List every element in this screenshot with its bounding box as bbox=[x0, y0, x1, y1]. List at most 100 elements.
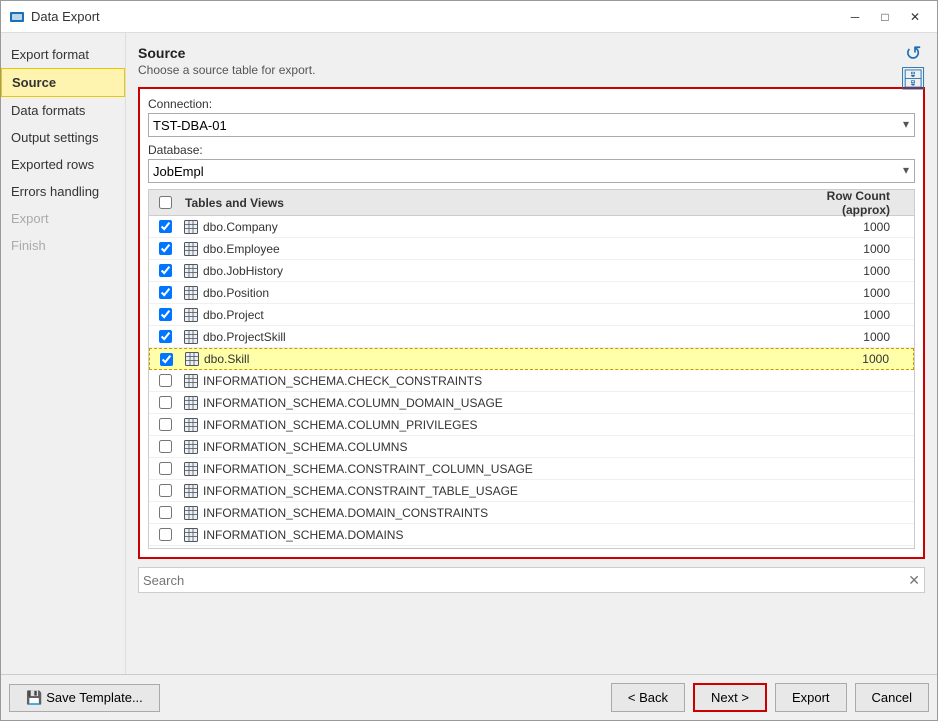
row-checkbox[interactable] bbox=[149, 462, 181, 475]
row-checkbox[interactable] bbox=[149, 220, 181, 233]
row-checkbox[interactable] bbox=[149, 418, 181, 431]
row-checkbox[interactable] bbox=[149, 374, 181, 387]
footer-right: < Back Next > Export Cancel bbox=[611, 683, 929, 712]
maximize-button[interactable]: □ bbox=[871, 5, 899, 29]
table-row[interactable]: dbo.Project 1000 bbox=[149, 304, 914, 326]
table-row[interactable]: INFORMATION_SCHEMA.COLUMN_PRIVILEGES bbox=[149, 414, 914, 436]
table-row[interactable]: INFORMATION_SCHEMA.CONSTRAINT_COLUMN_USA… bbox=[149, 458, 914, 480]
main-window: Data Export ─ □ ✕ ↻ 🗄 Export format Sour… bbox=[0, 0, 938, 721]
window-controls: ─ □ ✕ bbox=[841, 5, 929, 29]
minimize-button[interactable]: ─ bbox=[841, 5, 869, 29]
table-row[interactable]: INFORMATION_SCHEMA.KEY_COLUMN_USAGE bbox=[149, 546, 914, 548]
connection-row: Connection: TST-DBA-01 bbox=[148, 97, 915, 137]
source-section: Connection: TST-DBA-01 Database: JobEmpl bbox=[138, 87, 925, 559]
row-check-input[interactable] bbox=[159, 242, 172, 255]
row-check-input[interactable] bbox=[159, 396, 172, 409]
sidebar-item-errors-handling[interactable]: Errors handling bbox=[1, 178, 125, 205]
row-name: dbo.ProjectSkill bbox=[203, 329, 794, 345]
row-check-input[interactable] bbox=[159, 528, 172, 541]
app-icon bbox=[9, 9, 25, 25]
table-row[interactable]: dbo.Company 1000 bbox=[149, 216, 914, 238]
row-name: INFORMATION_SCHEMA.COLUMN_DOMAIN_USAGE bbox=[203, 395, 794, 411]
row-count: 1000 bbox=[793, 352, 913, 366]
header-checkbox-cell bbox=[149, 196, 181, 209]
save-template-button[interactable]: 💾 Save Template... bbox=[9, 684, 160, 712]
page-subtitle: Choose a source table for export. bbox=[138, 63, 925, 77]
database-icon: 🗄 bbox=[899, 66, 927, 92]
row-check-input[interactable] bbox=[159, 308, 172, 321]
row-checkbox[interactable] bbox=[149, 242, 181, 255]
database-select[interactable]: JobEmpl bbox=[148, 159, 915, 183]
table-row[interactable]: INFORMATION_SCHEMA.DOMAIN_CONSTRAINTS bbox=[149, 502, 914, 524]
next-button[interactable]: Next > bbox=[693, 683, 767, 712]
table-header: Tables and Views Row Count (approx) bbox=[149, 190, 914, 216]
row-checkbox[interactable] bbox=[149, 484, 181, 497]
row-count: 1000 bbox=[794, 330, 914, 344]
database-row: Database: JobEmpl bbox=[148, 143, 915, 183]
table-row[interactable]: INFORMATION_SCHEMA.CHECK_CONSTRAINTS bbox=[149, 370, 914, 392]
row-name: dbo.Position bbox=[203, 285, 794, 301]
sidebar: Export format Source Data formats Output… bbox=[1, 33, 126, 674]
back-button[interactable]: < Back bbox=[611, 683, 685, 712]
row-checkbox[interactable] bbox=[149, 286, 181, 299]
table-row[interactable]: dbo.ProjectSkill 1000 bbox=[149, 326, 914, 348]
row-checkbox[interactable] bbox=[150, 353, 182, 366]
row-check-input[interactable] bbox=[159, 286, 172, 299]
select-all-checkbox[interactable] bbox=[159, 196, 172, 209]
table-row[interactable]: dbo.JobHistory 1000 bbox=[149, 260, 914, 282]
table-icon bbox=[181, 506, 201, 520]
row-check-input[interactable] bbox=[159, 264, 172, 277]
sidebar-item-data-formats[interactable]: Data formats bbox=[1, 97, 125, 124]
row-check-input[interactable] bbox=[159, 220, 172, 233]
row-check-input[interactable] bbox=[159, 418, 172, 431]
row-name: INFORMATION_SCHEMA.DOMAINS bbox=[203, 527, 794, 543]
col-tables-views: Tables and Views bbox=[181, 196, 778, 210]
connection-select[interactable]: TST-DBA-01 bbox=[148, 113, 915, 137]
row-check-input[interactable] bbox=[159, 506, 172, 519]
clear-search-button[interactable]: ✕ bbox=[908, 573, 920, 587]
search-input[interactable] bbox=[143, 573, 908, 588]
sidebar-item-export: Export bbox=[1, 205, 125, 232]
sidebar-item-source[interactable]: Source bbox=[1, 68, 125, 97]
table-row[interactable]: dbo.Employee 1000 bbox=[149, 238, 914, 260]
table-icon bbox=[181, 264, 201, 278]
close-button[interactable]: ✕ bbox=[901, 5, 929, 29]
table-icon bbox=[181, 528, 201, 542]
row-name: dbo.Skill bbox=[204, 351, 793, 367]
table-icon bbox=[181, 308, 201, 322]
table-icon bbox=[181, 242, 201, 256]
table-row[interactable]: dbo.Skill 1000 bbox=[149, 348, 914, 370]
row-check-input[interactable] bbox=[159, 374, 172, 387]
sidebar-item-output-settings[interactable]: Output settings bbox=[1, 124, 125, 151]
row-checkbox[interactable] bbox=[149, 506, 181, 519]
row-checkbox[interactable] bbox=[149, 308, 181, 321]
row-checkbox[interactable] bbox=[149, 264, 181, 277]
table-scroll-area[interactable]: dbo.Company 1000 dbo.Employee 1000 bbox=[149, 216, 914, 548]
row-checkbox[interactable] bbox=[149, 528, 181, 541]
row-checkbox[interactable] bbox=[149, 440, 181, 453]
export-button[interactable]: Export bbox=[775, 683, 847, 712]
table-row[interactable]: INFORMATION_SCHEMA.CONSTRAINT_TABLE_USAG… bbox=[149, 480, 914, 502]
row-checkbox[interactable] bbox=[149, 396, 181, 409]
row-name: INFORMATION_SCHEMA.CHECK_CONSTRAINTS bbox=[203, 373, 794, 389]
table-row[interactable]: dbo.Position 1000 bbox=[149, 282, 914, 304]
table-row[interactable]: INFORMATION_SCHEMA.DOMAINS bbox=[149, 524, 914, 546]
cancel-button[interactable]: Cancel bbox=[855, 683, 929, 712]
row-check-input[interactable] bbox=[159, 462, 172, 475]
row-check-input[interactable] bbox=[159, 330, 172, 343]
row-check-input[interactable] bbox=[159, 484, 172, 497]
table-row[interactable]: INFORMATION_SCHEMA.COLUMN_DOMAIN_USAGE bbox=[149, 392, 914, 414]
app-logo-area: ↻ 🗄 bbox=[899, 41, 927, 92]
table-icon bbox=[182, 352, 202, 366]
row-checkbox[interactable] bbox=[149, 330, 181, 343]
row-name: INFORMATION_SCHEMA.CONSTRAINT_TABLE_USAG… bbox=[203, 483, 794, 499]
row-check-input[interactable] bbox=[160, 353, 173, 366]
col-row-count: Row Count (approx) bbox=[778, 189, 898, 217]
row-name: dbo.Project bbox=[203, 307, 794, 323]
main-content: Source Choose a source table for export.… bbox=[126, 33, 937, 674]
sidebar-item-export-format[interactable]: Export format bbox=[1, 41, 125, 68]
table-icon bbox=[181, 330, 201, 344]
sidebar-item-exported-rows[interactable]: Exported rows bbox=[1, 151, 125, 178]
table-row[interactable]: INFORMATION_SCHEMA.COLUMNS bbox=[149, 436, 914, 458]
row-check-input[interactable] bbox=[159, 440, 172, 453]
